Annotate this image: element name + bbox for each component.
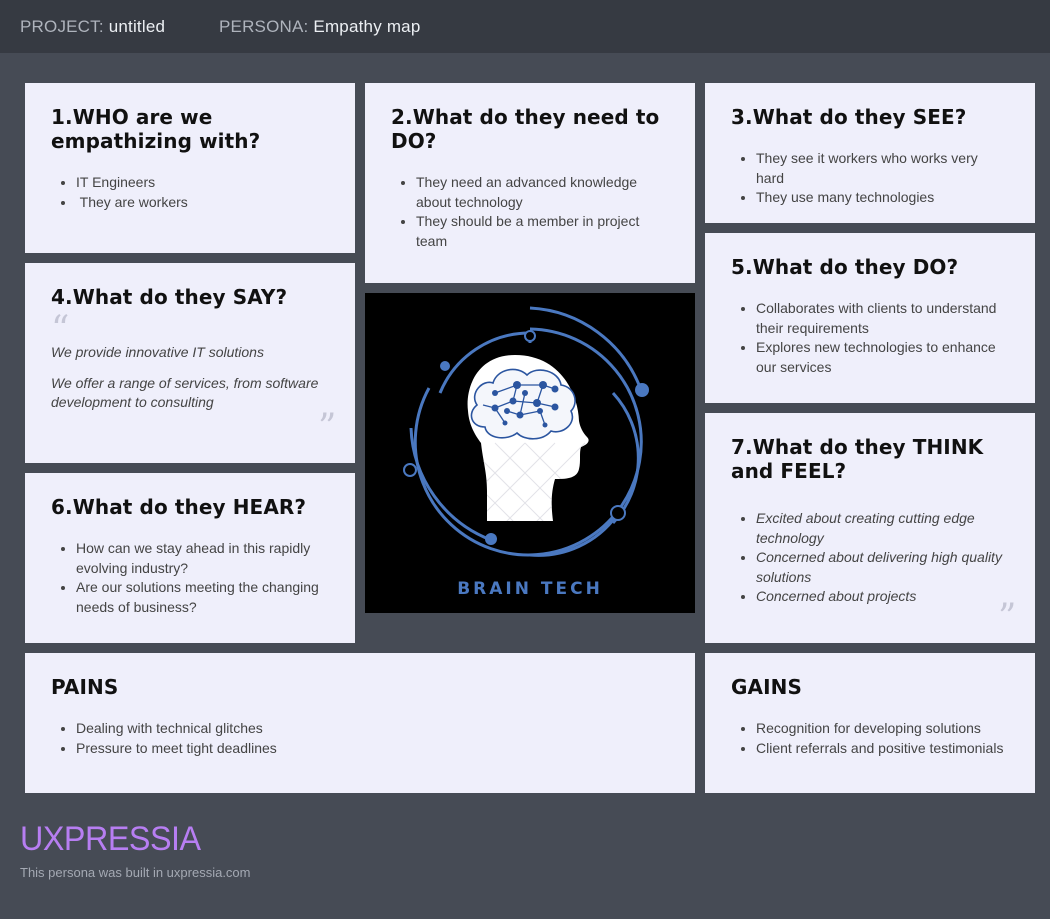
card-list: Collaborates with clients to understand … (731, 299, 1009, 377)
quote-line: We provide innovative IT solutions (51, 344, 264, 360)
card-need-to-do: 2.What do they need to DO? They need an … (365, 83, 695, 283)
close-quote-icon: ” (998, 597, 1017, 638)
list-item: Dealing with technical glitches (76, 719, 669, 739)
brain-tech-caption: BRAIN TECH (457, 579, 603, 599)
footer-note: This persona was built in uxpressia.com (20, 865, 251, 880)
card-title: 2.What do they need to DO? (391, 105, 660, 153)
card-list: Recognition for developing solutions Cli… (731, 719, 1009, 758)
list-item: Collaborates with clients to understand … (756, 299, 1009, 338)
list-item: Concerned about delivering high quality … (756, 548, 1009, 587)
list-item: They are workers (76, 193, 329, 213)
top-bar: PROJECT: untitled PERSONA: Empathy map (0, 0, 1050, 53)
list-item: Client referrals and positive testimonia… (756, 739, 1009, 759)
list-item: Explores new technologies to enhance our… (756, 338, 1009, 377)
card-title: 3.What do they SEE? (731, 105, 967, 129)
list-item: Recognition for developing solutions (756, 719, 1009, 739)
card-think-feel: 7.What do they THINK and FEEL? Excited a… (705, 413, 1035, 643)
card-title: 5.What do they DO? (731, 255, 959, 279)
card-title: 7.What do they THINK and FEEL? (731, 435, 984, 483)
card-list: Excited about creating cutting edge tech… (731, 509, 1009, 607)
list-item: They need an advanced knowledge about te… (416, 173, 669, 212)
card-list: IT Engineers They are workers (51, 173, 329, 212)
quote-line: We offer a range of services, from softw… (51, 374, 319, 411)
card-see: 3.What do they SEE? They see it workers … (705, 83, 1035, 223)
project-label: PROJECT: (20, 17, 104, 36)
project-meta[interactable]: PROJECT: untitled (20, 17, 165, 37)
project-name[interactable]: untitled (109, 17, 165, 36)
card-gains: GAINS Recognition for developing solutio… (705, 653, 1035, 793)
card-list: How can we stay ahead in this rapidly ev… (51, 539, 329, 617)
card-list: They see it workers who works very hard … (731, 149, 1009, 208)
list-item: How can we stay ahead in this rapidly ev… (76, 539, 329, 578)
persona-label: PERSONA: (219, 17, 309, 36)
list-item: Excited about creating cutting edge tech… (756, 509, 1009, 548)
brain-tech-image: BRAIN TECH (365, 293, 695, 613)
open-quote-icon: “ (51, 309, 70, 350)
card-hear: 6.What do they HEAR? How can we stay ahe… (25, 473, 355, 643)
list-item: Are our solutions meeting the changing n… (76, 578, 329, 617)
card-title: 6.What do they HEAR? (51, 495, 307, 519)
card-list: Dealing with technical glitches Pressure… (51, 719, 669, 758)
close-quote-icon: ” (318, 407, 337, 448)
list-item: Concerned about projects (756, 587, 1009, 607)
card-title: 4.What do they SAY? (51, 285, 288, 309)
list-item: They use many technologies (756, 188, 1009, 208)
list-item: Pressure to meet tight deadlines (76, 739, 669, 759)
persona-name[interactable]: Empathy map (313, 17, 420, 36)
card-title: GAINS (731, 675, 802, 699)
card-say: 4.What do they SAY? “ We provide innovat… (25, 263, 355, 463)
brain-tech-logo-graphic (403, 306, 649, 557)
card-pains: PAINS Dealing with technical glitches Pr… (25, 653, 695, 793)
card-title: PAINS (51, 675, 119, 699)
list-item: They should be a member in project team (416, 212, 669, 251)
card-who: 1.WHO are we empathizing with? IT Engine… (25, 83, 355, 253)
uxpressia-logo[interactable]: UXPRESSIA (20, 820, 201, 859)
card-list: They need an advanced knowledge about te… (391, 173, 669, 251)
list-item: IT Engineers (76, 173, 329, 193)
card-title: 1.WHO are we empathizing with? (51, 105, 261, 153)
list-item: They see it workers who works very hard (756, 149, 1009, 188)
card-do: 5.What do they DO? Collaborates with cli… (705, 233, 1035, 403)
persona-meta[interactable]: PERSONA: Empathy map (219, 17, 421, 37)
